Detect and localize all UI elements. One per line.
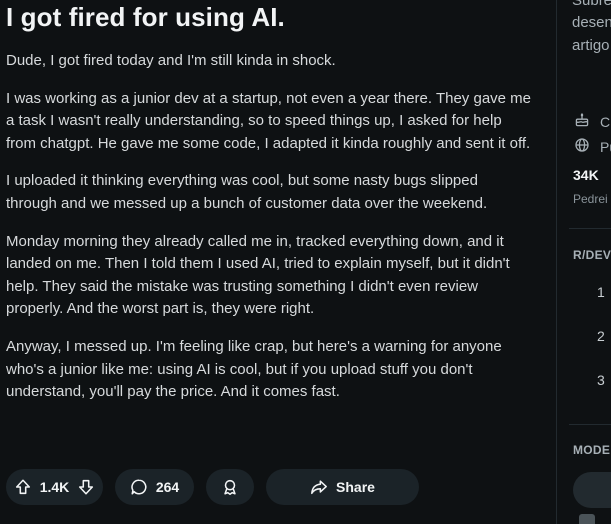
comment-count: 264 <box>155 479 180 495</box>
post-paragraph: Dude, I got fired today and I'm still ki… <box>6 52 336 69</box>
sidebar-divider <box>569 424 611 425</box>
post-actions: 1.4K 264 Share <box>6 469 419 505</box>
post-paragraph: I was working as a junior dev at a start… <box>6 89 532 152</box>
share-wrap: Share <box>266 469 419 505</box>
moderators-heading: MODE <box>573 443 611 457</box>
arrow-up-icon[interactable] <box>14 478 32 496</box>
share-label: Share <box>336 479 375 495</box>
globe-icon <box>574 137 590 156</box>
award-button[interactable] <box>206 469 254 505</box>
message-mods-button[interactable] <box>573 472 611 508</box>
post-title: I got fired for using AI. <box>6 2 285 32</box>
rule-number[interactable]: 3 <box>597 372 605 388</box>
created-row: Cr <box>574 112 611 131</box>
post-body: Dude, I got fired today and I'm still ki… <box>6 50 531 419</box>
cake-icon <box>574 112 590 131</box>
post-paragraph: I uploaded it thinking everything was co… <box>6 172 488 212</box>
arrow-down-icon[interactable] <box>77 478 95 496</box>
public-row: Pu <box>574 137 611 156</box>
rule-number[interactable]: 2 <box>597 328 605 344</box>
sidebar-divider <box>569 228 611 229</box>
vote-bar: 1.4K <box>6 469 103 505</box>
created-label: Cr <box>600 113 611 130</box>
rules-heading: R/DEV <box>573 248 611 262</box>
comments-button[interactable]: 264 <box>115 469 194 505</box>
avatar[interactable] <box>579 514 595 524</box>
vote-count: 1.4K <box>39 479 70 495</box>
community-description-line: artigo <box>572 37 610 54</box>
award-ribbon-icon <box>221 478 239 496</box>
share-arrow-icon <box>310 478 328 496</box>
post: I got fired for using AI. Dude, I got fi… <box>0 0 555 524</box>
public-label: Pu <box>600 138 611 155</box>
post-paragraph: Monday morning they already called me in… <box>6 232 510 318</box>
rule-number[interactable]: 1 <box>597 284 605 300</box>
community-sidebar: Subre desen artigo Cr Pu 34K Pedrei R/DE… <box>556 0 611 524</box>
share-button[interactable]: Share <box>266 469 419 505</box>
community-description-line: desen <box>572 14 611 31</box>
comment-bubble-icon <box>130 478 148 496</box>
members-count: 34K <box>573 167 599 183</box>
community-description-line: Subre <box>572 0 611 9</box>
post-paragraph: Anyway, I messed up. I'm feeling like cr… <box>6 337 502 401</box>
members-label: Pedrei <box>573 192 608 206</box>
